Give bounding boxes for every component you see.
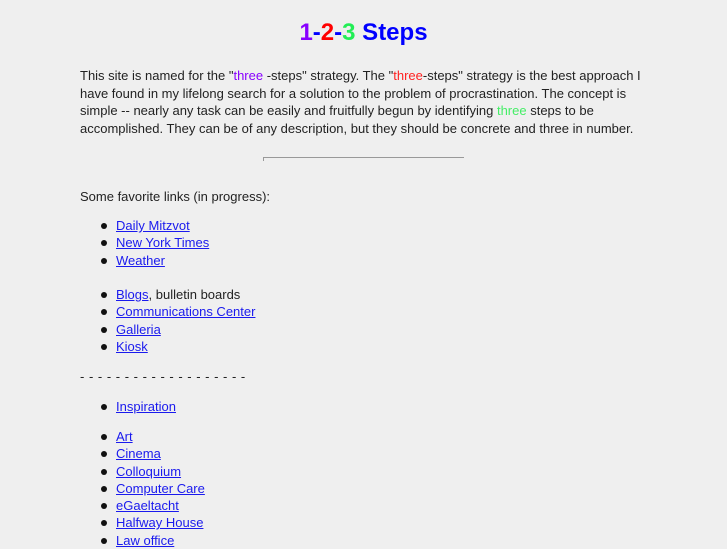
intro-text: -steps" strategy. The " [263, 68, 394, 83]
intro-text: This site is named for the " [80, 68, 234, 83]
dashed-separator: - - - - - - - - - - - - - - - - - - - [80, 369, 246, 384]
link-law-office[interactable]: Law office [116, 533, 174, 548]
intro-paragraph: This site is named for the "three -steps… [80, 67, 652, 137]
link-art[interactable]: Art [116, 429, 133, 444]
title-dash: - [334, 19, 343, 46]
title-one: 1 [299, 19, 313, 46]
title-two: 2 [320, 19, 335, 46]
link-colloquium[interactable]: Colloquium [116, 464, 181, 479]
list-item: Cinema [100, 445, 205, 462]
three-word-red: three [393, 68, 423, 83]
list-item: Weather [100, 252, 209, 269]
title-steps: Steps [355, 19, 428, 46]
list-item: Kiosk [100, 338, 255, 355]
link-weather[interactable]: Weather [116, 253, 165, 268]
list-item: Galleria [100, 321, 255, 338]
link-galleria[interactable]: Galleria [116, 322, 161, 337]
page: 1-2-3 Steps This site is named for the "… [0, 0, 727, 548]
link-egaeltacht[interactable]: eGaeltacht [116, 498, 179, 513]
link-blogs[interactable]: Blogs [116, 287, 149, 302]
link-computer-care[interactable]: Computer Care [116, 481, 205, 496]
three-word-green: three [496, 103, 527, 118]
three-word-purple: three [233, 68, 264, 83]
link-new-york-times[interactable]: New York Times [116, 235, 209, 250]
list-item: eGaeltacht [100, 497, 205, 514]
list-item: Halfway House [100, 514, 205, 531]
links-list-news: Daily Mitzvot New York Times Weather [100, 217, 209, 269]
horizontal-rule [263, 157, 464, 161]
link-communications-center[interactable]: Communications Center [116, 304, 255, 319]
list-item: Computer Care [100, 480, 205, 497]
link-halfway-house[interactable]: Halfway House [116, 515, 203, 530]
list-item: Blogs, bulletin boards [100, 286, 255, 303]
link-daily-mitzvot[interactable]: Daily Mitzvot [116, 218, 190, 233]
list-item: Art [100, 428, 205, 445]
link-cinema[interactable]: Cinema [116, 446, 161, 461]
links-list-inspiration: Inspiration [100, 398, 176, 415]
links-list-topics: Art Cinema Colloquium Computer Care eGae… [100, 428, 205, 549]
links-list-community: Blogs, bulletin boards Communications Ce… [100, 286, 255, 355]
list-item: New York Times [100, 234, 209, 251]
link-inspiration[interactable]: Inspiration [116, 399, 176, 414]
list-item: Communications Center [100, 303, 255, 320]
favorites-label: Some favorite links (in progress): [80, 189, 271, 204]
list-item: Inspiration [100, 398, 176, 415]
link-kiosk[interactable]: Kiosk [116, 339, 148, 354]
blogs-suffix: , bulletin boards [148, 287, 241, 302]
title-three: 3 [342, 19, 356, 46]
page-title: 1-2-3 Steps [0, 18, 727, 48]
list-item: Law office [100, 532, 205, 549]
list-item: Daily Mitzvot [100, 217, 209, 234]
title-dash: - [312, 19, 321, 46]
list-item: Colloquium [100, 463, 205, 480]
